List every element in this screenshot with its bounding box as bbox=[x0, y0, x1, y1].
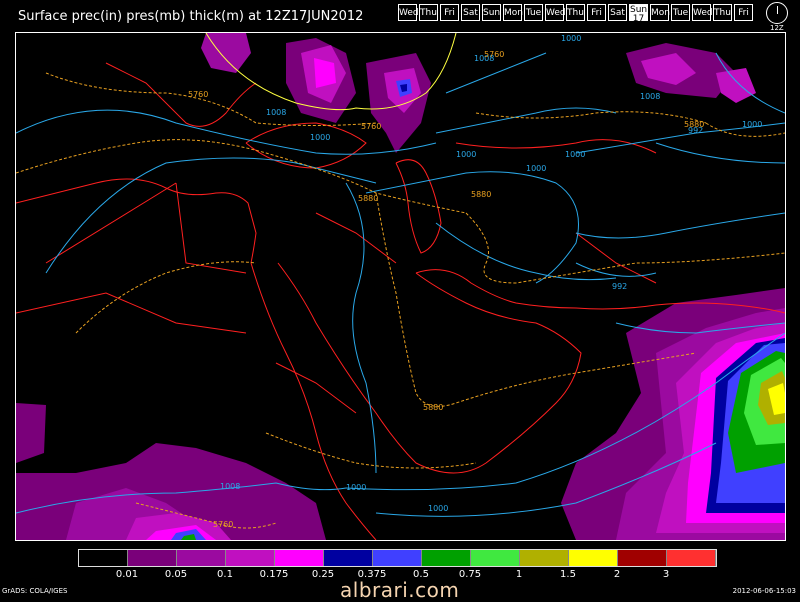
day-button-wed[interactable]: Wed bbox=[545, 4, 566, 21]
thickness-5880-dashed-5 bbox=[475, 111, 707, 124]
mediterranean-coast bbox=[16, 178, 257, 264]
colorbar-swatch bbox=[373, 550, 422, 566]
arabia-east-coast bbox=[277, 262, 582, 474]
thickness-5760-dashed-2 bbox=[75, 261, 257, 334]
colorbar-swatch bbox=[422, 550, 471, 566]
border-3 bbox=[175, 182, 247, 274]
black-sea-coast bbox=[245, 122, 367, 169]
isobar-label: 1008 bbox=[220, 482, 240, 491]
colorbar-tick-label: 0.05 bbox=[164, 569, 188, 580]
day-button-thu[interactable]: Thu bbox=[566, 4, 585, 21]
colorbar-swatch bbox=[79, 550, 128, 566]
thickness-label: 5880 bbox=[423, 403, 443, 412]
isobar-label: 1008 bbox=[640, 92, 660, 101]
day-button-fri[interactable]: Fri bbox=[734, 4, 753, 21]
border-5 bbox=[455, 139, 657, 154]
map-canvas: 1008 1000 1000 1000 1008 992 992 1000 10… bbox=[16, 33, 785, 540]
thickness-5880-dashed-3 bbox=[465, 212, 785, 284]
thickness-label: 5760 bbox=[361, 122, 381, 131]
day-button-fri[interactable]: Fri bbox=[587, 4, 606, 21]
precipitation-field bbox=[16, 33, 785, 540]
colorbar-swatch bbox=[324, 550, 373, 566]
colorbar-tick-label: 0.25 bbox=[311, 569, 335, 580]
colorbar-swatch bbox=[569, 550, 618, 566]
day-button-mon[interactable]: Mon bbox=[650, 4, 670, 21]
isobar-label: 1000 bbox=[526, 164, 546, 173]
day-button-sat[interactable]: Sat bbox=[461, 4, 480, 21]
colorbar-tick-label: 0.01 bbox=[115, 569, 139, 580]
colorbar-swatch bbox=[667, 550, 716, 566]
isobar-label: 1008 bbox=[266, 108, 286, 117]
colorbar-swatch bbox=[520, 550, 569, 566]
colorbar-tick-label: 2 bbox=[613, 569, 621, 580]
day-button-fri[interactable]: Fri bbox=[440, 4, 459, 21]
isobar-label: 1000 bbox=[561, 34, 581, 43]
isobar-label: 1000 bbox=[428, 504, 448, 513]
day-button-tue[interactable]: Tue bbox=[524, 4, 543, 21]
colorbar-swatch bbox=[471, 550, 520, 566]
grads-credit: GrADS: COLA/IGES bbox=[2, 587, 68, 595]
isobar-label: 1000 bbox=[346, 483, 366, 492]
isobar-label: 1000 bbox=[742, 120, 762, 129]
clock-label: 12Z bbox=[770, 24, 784, 32]
colorbar-tick-label: 0.175 bbox=[259, 569, 289, 580]
colorbar-tick-label: 1 bbox=[515, 569, 523, 580]
clock-icon bbox=[766, 2, 788, 24]
border-2 bbox=[45, 182, 177, 264]
thickness-label: 5760 bbox=[213, 520, 233, 529]
colorbar-tick-label: 0.75 bbox=[458, 569, 482, 580]
map-title: Surface prec(in) pres(mb) thick(m) at 12… bbox=[18, 9, 364, 24]
colorbar-swatch bbox=[226, 550, 275, 566]
isobar-label: 1000 bbox=[456, 150, 476, 159]
thickness-5880-dashed-4 bbox=[265, 432, 477, 469]
thickness-label: 5880 bbox=[471, 190, 491, 199]
day-button-mon[interactable]: Mon bbox=[503, 4, 523, 21]
watermark: albrari.com bbox=[340, 578, 460, 602]
day-button-wed[interactable]: Wed bbox=[398, 4, 419, 21]
colorbar-tick-label: 0.1 bbox=[217, 569, 233, 580]
colorbar-swatch bbox=[128, 550, 177, 566]
forecast-map: 1008 1000 1000 1000 1008 992 992 1000 10… bbox=[15, 32, 786, 541]
colorbar-tick-label: 3 bbox=[662, 569, 670, 580]
border-1 bbox=[16, 292, 247, 334]
day-button-sun[interactable]: Sun 17 bbox=[629, 4, 648, 24]
thickness-label: 5880 bbox=[684, 120, 704, 129]
day-button-sun[interactable]: Sun bbox=[482, 4, 501, 21]
generation-timestamp: 2012-06-06-15:03 bbox=[732, 587, 796, 595]
thickness-label: 5760 bbox=[484, 50, 504, 59]
isobar-label: 1000 bbox=[565, 150, 585, 159]
thickness-label: 5760 bbox=[188, 90, 208, 99]
colorbar-tick-label: 1.5 bbox=[560, 569, 576, 580]
colorbar-swatch bbox=[275, 550, 324, 566]
day-button-tue[interactable]: Tue bbox=[671, 4, 690, 21]
isobar-label: 992 bbox=[612, 282, 627, 291]
thickness-label: 5880 bbox=[358, 194, 378, 203]
forecast-day-selector[interactable]: Wed Thu Fri Sat Sun Mon Tue Wed Thu Fri Sat Sun 17 Mo… bbox=[398, 4, 755, 24]
border-7 bbox=[275, 362, 357, 414]
day-button-thu[interactable]: Thu bbox=[419, 4, 438, 21]
day-button-sat[interactable]: Sat bbox=[608, 4, 627, 21]
day-button-thu[interactable]: Thu bbox=[713, 4, 732, 21]
precipitation-colorbar bbox=[78, 549, 717, 567]
isobar-label: 1000 bbox=[310, 133, 330, 142]
colorbar-swatch bbox=[177, 550, 226, 566]
day-button-wed[interactable]: Wed bbox=[692, 4, 713, 21]
colorbar-swatch bbox=[618, 550, 667, 566]
